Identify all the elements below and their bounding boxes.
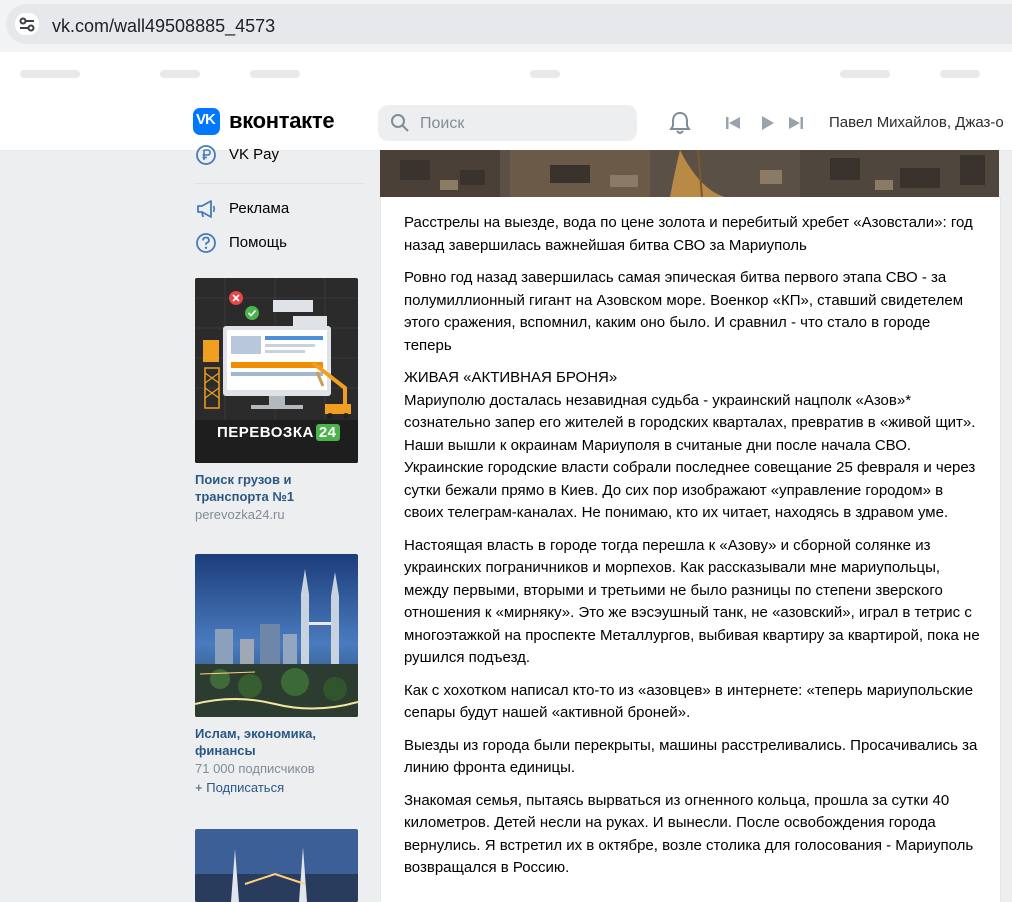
search-input[interactable] [418,113,622,135]
now-playing-track[interactable]: Павел Михайлов, Джаз-о [829,114,1004,131]
post-paragraph: Расстрелы на выезде, вода по цене золота… [404,214,973,254]
bookmark-item[interactable] [250,70,300,78]
ad-domain: perevozka24.ru [195,507,285,522]
search-icon [391,114,409,132]
bookmark-item[interactable] [20,70,80,78]
play-icon[interactable] [758,114,776,132]
subscribe-button[interactable]: + Подписаться [195,780,284,795]
post-paragraph: Ровно год назад завершилась самая эпичес… [404,269,964,354]
menu-item-label: Помощь [229,234,287,251]
ad-subscribers-count: 71 000 подписчиков [195,761,315,776]
address-bar[interactable]: vk.com/wall49508885_4573 [6,4,1012,44]
post-image[interactable] [380,150,999,197]
menu-item-label: Реклама [229,200,290,217]
site-settings-icon[interactable] [14,13,40,35]
bookmark-item[interactable] [530,70,560,78]
post-card: Расстрелы на выезде, вода по цене золота… [380,197,1001,902]
menu-item-label: VK Pay [229,146,280,163]
search-box[interactable] [378,105,637,141]
bookmark-item[interactable] [940,70,980,78]
ad-image-islam[interactable] [195,554,358,717]
subscribe-label: Подписаться [206,780,285,795]
plus-icon: + [195,780,207,795]
post-paragraph: Как с хохотком написал кто-то из «азовце… [404,681,974,722]
post-image-ruins [380,150,999,197]
help-icon [196,233,216,253]
megaphone-icon [197,200,216,218]
vkpay-icon [196,145,216,165]
browser-toolbar: vk.com/wall49508885_4573 [0,0,1012,52]
ad-image-brand: ПЕРЕВОЗКА 24 [217,424,340,441]
ad-image-third [195,829,358,902]
previous-track-icon[interactable] [724,114,742,132]
notifications-bell-icon[interactable] [668,110,692,136]
post-paragraph: Настоящая власть в городе тогда перешла … [404,536,980,667]
url-text[interactable]: vk.com/wall49508885_4573 [52,16,275,37]
post-section-heading: ЖИВАЯ «АКТИВНАЯ БРОНЯ» [404,369,618,386]
ad-image-perevozka[interactable]: ПЕРЕВОЗКА 24 [195,278,358,463]
bookmark-item[interactable] [160,70,200,78]
post-paragraph: Знакомая семья, пытаясь вырваться из огн… [404,791,974,877]
post-paragraph: Выезды из города были перекрыты, машины … [404,736,978,777]
ad-image-brand-text: ПЕРЕВОЗКА [217,424,314,441]
ad-image-badge: 24 [315,424,340,441]
next-track-icon[interactable] [787,114,805,132]
post-text: Расстрелы на выезде, вода по цене золота… [404,212,982,890]
ad-title[interactable]: Поиск грузов и транспорта №1 [195,471,360,505]
post-paragraph: Мариуполю досталась незавидная судьба - … [404,391,976,522]
vk-logo-icon[interactable]: VK [193,108,220,135]
ad-skyline-image [195,554,358,717]
bookmarks-bar [0,52,1012,97]
menu-divider [195,183,363,184]
vk-header: VK вконтакте Павел Михайлов, Джаз-о [0,96,1012,151]
ad-title[interactable]: Ислам, экономика, финансы [195,725,360,759]
ad-image-3[interactable] [195,829,358,902]
vk-brand-name[interactable]: вконтакте [229,108,335,134]
bookmark-item[interactable] [840,70,890,78]
